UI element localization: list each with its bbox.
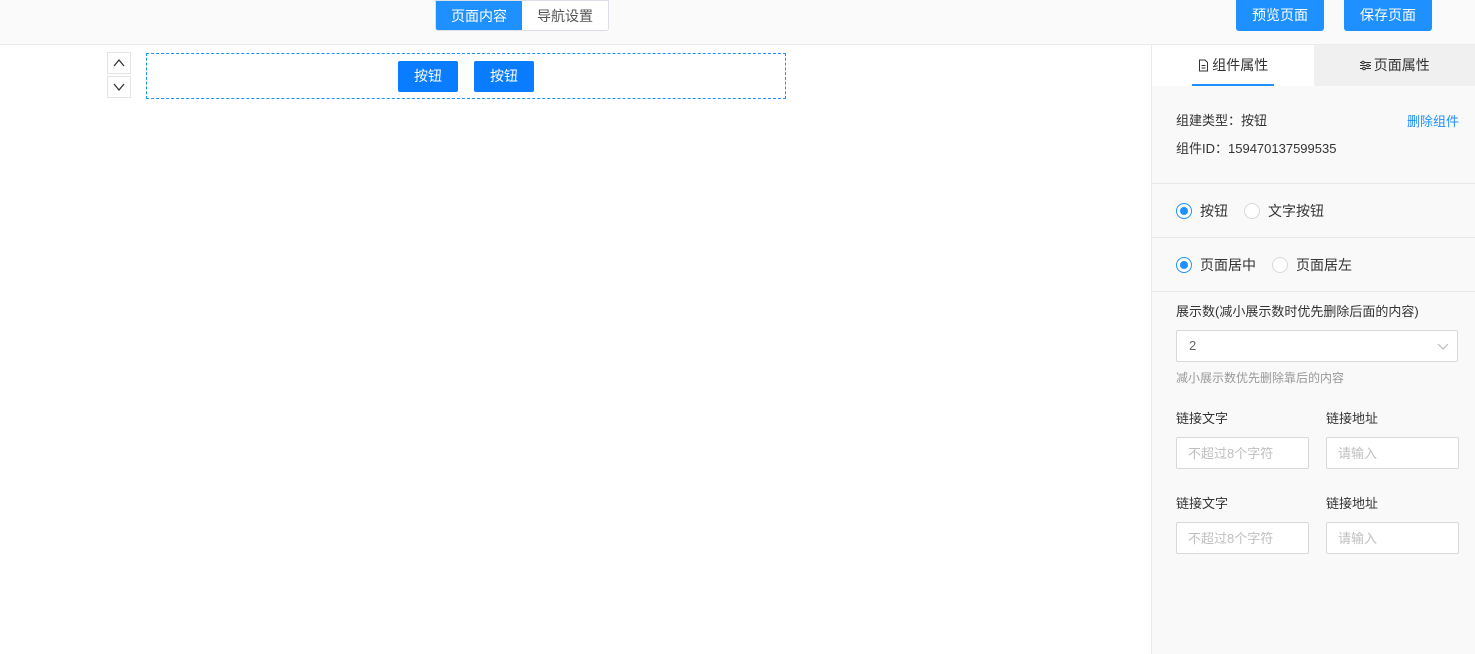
tab-page-content[interactable]: 页面内容	[436, 1, 522, 30]
link-text-field: 链接文字	[1176, 409, 1309, 469]
radio-dot	[1176, 256, 1192, 273]
display-count-hint: 减小展示数优先删除靠后的内容	[1176, 371, 1345, 385]
radio-text-button-style-label: 文字按钮	[1268, 202, 1324, 219]
editor-canvas: 按钮 按钮	[0, 45, 1151, 654]
properties-panel: 组件属性 页面属性 组建类型：按钮 组件ID：159470137599535 删…	[1151, 45, 1475, 654]
chevron-down-icon	[1437, 343, 1449, 350]
tab-component-properties[interactable]: 组件属性	[1152, 45, 1314, 86]
link-url-label: 链接地址	[1326, 496, 1379, 511]
style-radio-group: 按钮 文字按钮	[1152, 184, 1475, 238]
link-row: 链接文字 链接地址	[1152, 494, 1475, 554]
link-url-label: 链接地址	[1326, 411, 1379, 426]
display-count-value: 2	[1189, 338, 1197, 353]
radio-text-button-style[interactable]: 文字按钮	[1244, 201, 1324, 221]
panel-tabs: 组件属性 页面属性	[1152, 45, 1475, 86]
move-up-button[interactable]	[107, 52, 131, 74]
link-text-label: 链接文字	[1176, 411, 1229, 426]
link-url-field: 链接地址	[1326, 494, 1459, 554]
top-toolbar: 页面内容 导航设置 预览页面 保存页面	[0, 0, 1475, 45]
tab-page-properties-label: 页面属性	[1373, 57, 1430, 73]
link-url-input[interactable]	[1326, 437, 1459, 469]
sliders-icon	[1359, 59, 1372, 72]
radio-dot	[1272, 256, 1288, 273]
radio-align-center[interactable]: 页面居中	[1176, 255, 1256, 275]
delete-component-link[interactable]: 删除组件	[1407, 111, 1459, 130]
link-url-field: 链接地址	[1326, 409, 1459, 469]
link-row: 链接文字 链接地址	[1152, 409, 1475, 469]
display-count-label: 展示数(减小展示数时优先删除后面的内容)	[1176, 304, 1419, 319]
link-text-field: 链接文字	[1176, 494, 1309, 554]
component-id: 组件ID：159470137599535	[1176, 141, 1337, 156]
chevron-up-icon	[113, 58, 125, 67]
radio-dot	[1244, 202, 1260, 219]
radio-align-left[interactable]: 页面居左	[1272, 255, 1352, 275]
tab-page-properties[interactable]: 页面属性	[1313, 45, 1475, 86]
document-icon	[1197, 59, 1210, 72]
move-down-button[interactable]	[107, 76, 131, 98]
radio-button-style-label: 按钮	[1200, 202, 1228, 219]
tab-component-properties-label: 组件属性	[1212, 57, 1269, 73]
preview-page-button[interactable]: 预览页面	[1236, 0, 1324, 31]
radio-button-style[interactable]: 按钮	[1176, 201, 1228, 221]
content-mode-switch: 页面内容 导航设置	[435, 0, 609, 31]
display-count-select[interactable]: 2	[1176, 330, 1458, 362]
save-page-button[interactable]: 保存页面	[1344, 0, 1432, 31]
radio-align-left-label: 页面居左	[1296, 256, 1352, 273]
move-controls	[107, 52, 131, 98]
link-text-label: 链接文字	[1176, 496, 1229, 511]
component-info: 组建类型：按钮 组件ID：159470137599535 删除组件	[1152, 86, 1475, 184]
selected-button-component[interactable]: 按钮 按钮	[146, 53, 786, 99]
tab-nav-settings[interactable]: 导航设置	[522, 1, 608, 30]
link-text-input[interactable]	[1176, 437, 1309, 469]
component-button-2[interactable]: 按钮	[474, 60, 534, 92]
display-count-section: 展示数(减小展示数时优先删除后面的内容) 2 减小展示数优先删除靠后的内容	[1152, 292, 1475, 386]
radio-align-center-label: 页面居中	[1200, 256, 1256, 273]
link-url-input[interactable]	[1326, 522, 1459, 554]
align-radio-group: 页面居中 页面居左	[1152, 238, 1475, 292]
chevron-down-icon	[113, 83, 125, 92]
component-button-1[interactable]: 按钮	[398, 60, 458, 92]
link-text-input[interactable]	[1176, 522, 1309, 554]
radio-dot	[1176, 202, 1192, 219]
